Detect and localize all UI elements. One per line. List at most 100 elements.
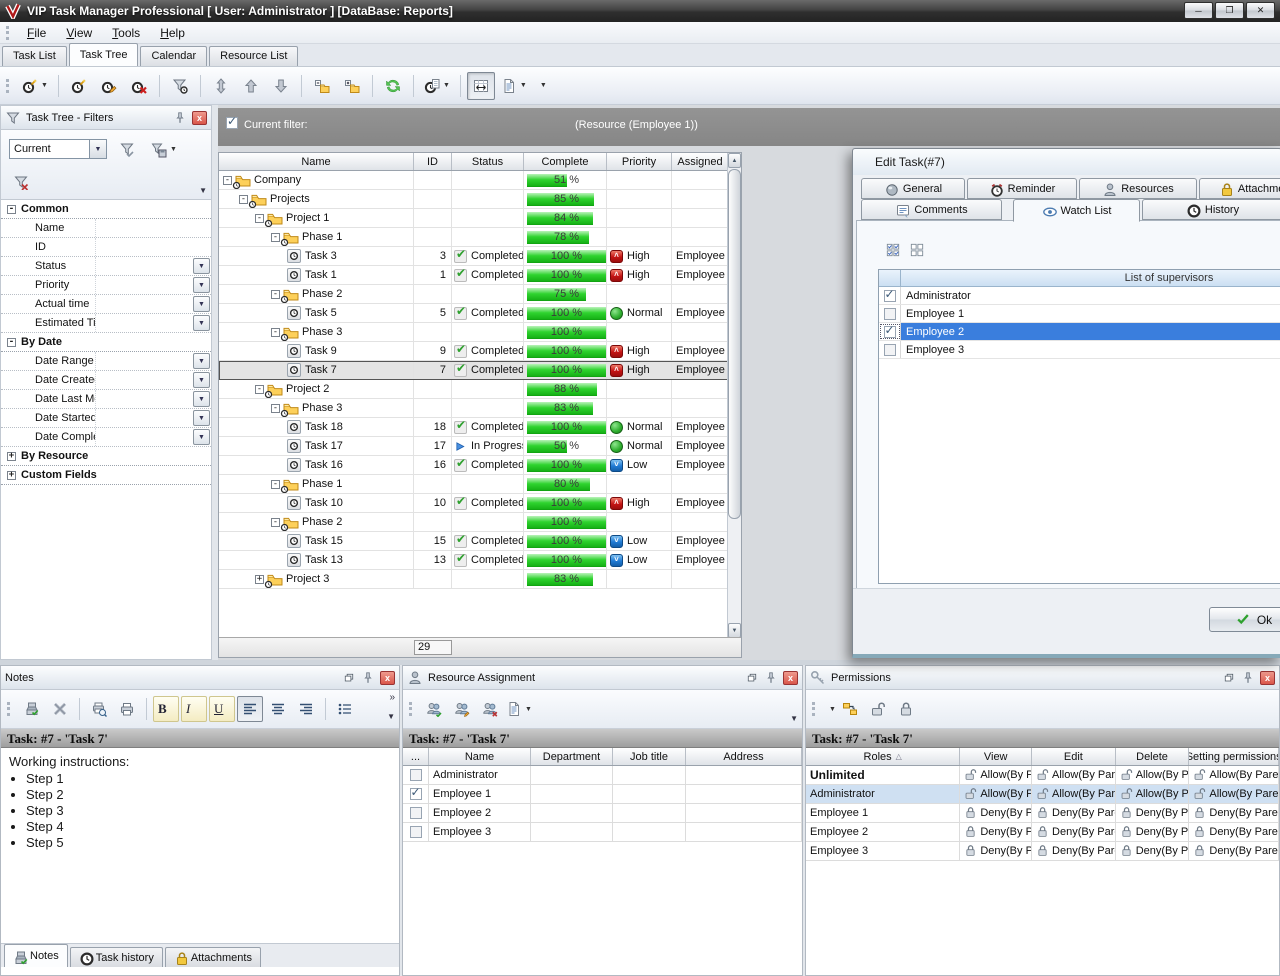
chevron-down-icon[interactable]: ▼ [89,140,106,158]
collapse-icon[interactable]: - [271,518,280,527]
menu-item-help[interactable]: Help [150,23,195,43]
notes-tab-task-history[interactable]: Task history [70,947,163,967]
chevron-down-icon[interactable]: ▼ [193,315,210,331]
permission-cell[interactable]: Allow(By Parent) [1116,766,1190,784]
fit-columns-button[interactable] [467,72,495,100]
permission-cell[interactable]: Deny(By Parent) [960,804,1032,822]
duplicate-task-button[interactable]: ▼ [420,72,454,100]
collapse-all-button[interactable] [308,72,336,100]
permission-cell[interactable]: Deny(By Parent) [1189,842,1279,860]
permission-cell[interactable]: Allow(By Parent) [960,785,1032,803]
supervisor-checkbox[interactable] [884,290,896,302]
resource-checkbox[interactable] [410,826,422,838]
edit-task-button[interactable] [95,72,123,100]
permission-cell[interactable]: Allow(By Parent) [960,766,1032,784]
unlock-button[interactable] [865,696,891,722]
expand-icon[interactable]: + [7,452,16,461]
chevron-down-icon[interactable]: ▼ [193,277,210,293]
permissions-column-roles[interactable]: Roles△ [806,748,960,765]
toolbar-expand-icon[interactable]: » [389,692,395,703]
task-filter-button[interactable] [166,72,194,100]
permission-cell[interactable]: Allow(By Parent) [1032,785,1116,803]
delete-gray-button[interactable] [47,696,73,722]
align-left-button[interactable] [237,696,263,722]
move-rows-button[interactable] [207,72,235,100]
supervisor-row-administrator[interactable]: Administrator [879,287,1280,305]
assign-resource-button[interactable] [421,696,447,722]
toolbar-overflow-icon[interactable]: ▼ [199,186,207,195]
chevron-down-icon[interactable]: ▼ [193,296,210,312]
resource-row-employee-1[interactable]: Employee 1 [403,785,802,804]
expand-icon[interactable]: + [7,471,16,480]
tree-row-task-16[interactable]: Task 1616Completed100 %˅LowEmployee 1 [219,456,741,475]
collapse-icon[interactable]: - [239,195,248,204]
resource-checkbox[interactable] [410,807,422,819]
tree-row-phase-1[interactable]: -Phase 180 % [219,475,741,494]
permission-cell[interactable]: Deny(By Parent) [1116,804,1190,822]
view-tab-resource-list[interactable]: Resource List [209,46,298,66]
supervisor-row-employee-2[interactable]: Employee 2 [879,323,1280,341]
permission-cell[interactable]: Allow(By Parent) [1032,766,1116,784]
filter-section-common[interactable]: -Common [1,200,211,219]
resource-column-department[interactable]: Department [531,748,613,765]
supervisor-row-employee-3[interactable]: Employee 3 [879,341,1280,359]
supervisor-checkbox[interactable] [884,344,896,356]
checkbox-column-header[interactable] [879,270,901,286]
tree-row-phase-1[interactable]: -Phase 178 % [219,228,741,247]
notes-tab-attachments[interactable]: Attachments [165,947,261,967]
bold-button[interactable]: B [153,696,179,722]
column-header-priority[interactable]: Priority [607,153,672,170]
tree-row-task-9[interactable]: Task 99Completed100 %˄HighEmployee 1 [219,342,741,361]
check-all-button[interactable] [883,241,903,258]
scroll-up-icon[interactable]: ▲ [728,153,741,168]
supervisor-row-employee-1[interactable]: Employee 1 [879,305,1280,323]
view-tab-task-tree[interactable]: Task Tree [69,43,139,66]
tree-row-task-7[interactable]: Task 77Completed100 %˄HighEmployee 1 [219,361,741,380]
collapse-icon[interactable]: - [255,385,264,394]
tree-row-company[interactable]: -Company51 % [219,171,741,190]
permission-cell[interactable]: Allow(By Parent) [1189,766,1279,784]
permission-row-unlimited[interactable]: UnlimitedAllow(By Parent)Allow(By Parent… [806,766,1279,785]
toolbar-grip[interactable] [7,702,11,716]
collapse-icon[interactable]: - [271,480,280,489]
tree-row-task-15[interactable]: Task 1515Completed100 %˅LowEmployee 1 [219,532,741,551]
collapse-icon[interactable]: - [255,214,264,223]
resource-column-job-title[interactable]: Job title [613,748,686,765]
tree-row-project-2[interactable]: -Project 288 % [219,380,741,399]
resource-row-employee-3[interactable]: Employee 3 [403,823,802,842]
filter-section-custom-fields[interactable]: +Custom Fields [1,466,211,485]
move-up-button[interactable] [237,72,265,100]
close-icon[interactable]: x [192,111,207,125]
tree-row-project-1[interactable]: -Project 184 % [219,209,741,228]
permission-cell[interactable]: Deny(By Parent) [1032,804,1116,822]
dialog-tab-resources[interactable]: Resources [1079,178,1197,199]
new-task-button[interactable]: ▼ [18,72,52,100]
tree-row-phase-3[interactable]: -Phase 3100 % [219,323,741,342]
uncheck-all-button[interactable] [907,241,927,258]
tree-row-phase-2[interactable]: -Phase 2100 % [219,513,741,532]
pin-icon[interactable] [1241,671,1255,685]
refresh-button[interactable] [379,72,407,100]
tree-row-task-13[interactable]: Task 1313Completed100 %˅LowEmployee 1 [219,551,741,570]
close-button[interactable]: ✕ [1246,2,1275,19]
reports-button[interactable]: ▼ [497,72,531,100]
underline-button[interactable]: U [209,696,235,722]
toolbar-grip[interactable] [812,702,816,716]
bullet-list-button[interactable] [332,696,358,722]
toolbar-overflow-icon[interactable]: ▼ [387,712,395,721]
close-icon[interactable]: x [1260,671,1275,685]
permission-row-employee-1[interactable]: Employee 1Deny(By Parent)Deny(By Parent)… [806,804,1279,823]
tree-row-task-18[interactable]: Task 1818Completed100 %NormalEmployee 1 [219,418,741,437]
print-preview-button[interactable] [86,696,112,722]
permission-row-employee-2[interactable]: Employee 2Deny(By Parent)Deny(By Parent)… [806,823,1279,842]
collapse-icon[interactable]: - [271,290,280,299]
chevron-down-icon[interactable]: ▼ [520,82,527,89]
dialog-tab-comments[interactable]: Comments [861,199,1002,220]
tree-row-phase-2[interactable]: -Phase 275 % [219,285,741,304]
toolbar-overflow-icon[interactable]: ▼ [790,714,798,723]
column-header-id[interactable]: ID [414,153,452,170]
vertical-scrollbar[interactable]: ▲ ▼ [727,153,741,638]
filter-field-value[interactable] [95,219,211,237]
permission-cell[interactable]: Allow(By Parent) [1116,785,1190,803]
permission-cell[interactable]: Deny(By Parent) [1189,804,1279,822]
